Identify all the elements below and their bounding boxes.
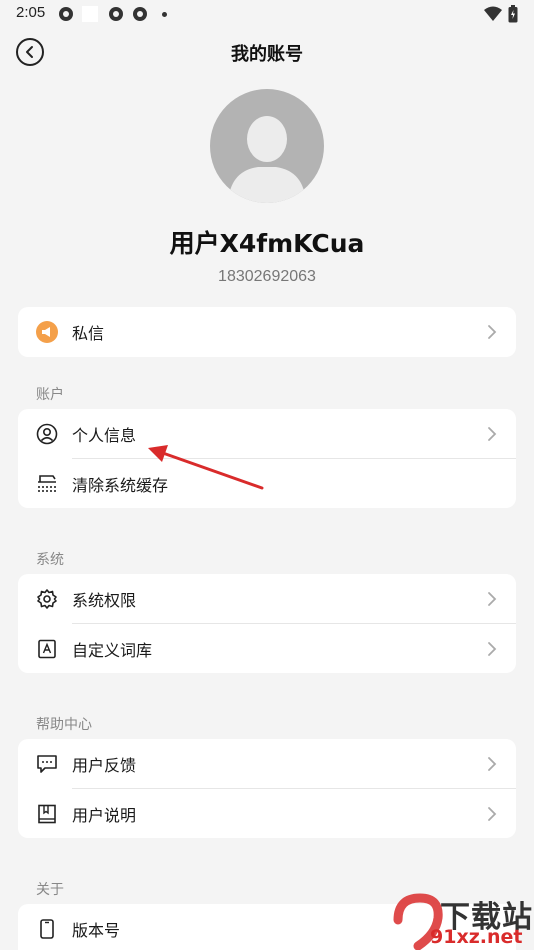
chevron-right-icon (488, 325, 497, 339)
user-feedback-row[interactable]: 用户反馈 (18, 739, 516, 789)
feedback-icon (36, 753, 58, 775)
wifi-icon (484, 6, 502, 21)
user-guide-row[interactable]: 用户说明 (18, 789, 516, 839)
messages-card: 私信 (18, 307, 516, 357)
custom-dictionary-row[interactable]: 自定义词库 (18, 624, 516, 674)
system-permissions-row[interactable]: 系统权限 (18, 574, 516, 624)
personal-info-label: 个人信息 (72, 426, 137, 445)
chevron-right-icon (488, 427, 497, 441)
user-guide-label: 用户说明 (72, 806, 137, 825)
user-circle-icon (36, 423, 58, 445)
section-title-system: 系统 (36, 552, 64, 568)
dictionary-icon (36, 638, 58, 660)
user-phone: 18302692063 (218, 268, 316, 285)
user-name: 用户X4fmKCua (169, 229, 365, 258)
chevron-right-icon (488, 807, 497, 821)
status-time: 2:05 (16, 4, 46, 21)
notification-icon (109, 7, 123, 21)
gear-icon (36, 588, 58, 610)
system-card: 系统权限 自定义词库 (18, 574, 516, 673)
user-silhouette-icon (228, 116, 306, 203)
notification-icon (133, 7, 147, 21)
chevron-right-icon (488, 757, 497, 771)
annotation-arrow (148, 445, 264, 490)
messages-label: 私信 (72, 324, 105, 343)
notification-icon (59, 7, 73, 21)
version-label: 版本号 (72, 921, 121, 940)
status-bar: 2:05 (0, 0, 534, 28)
avatar[interactable] (210, 89, 324, 203)
section-title-account: 账户 (36, 387, 64, 403)
section-title-about: 关于 (36, 882, 64, 898)
section-title-help: 帮助中心 (36, 717, 92, 733)
user-feedback-label: 用户反馈 (72, 756, 137, 775)
megaphone-icon (36, 321, 58, 343)
chevron-right-icon (488, 642, 497, 656)
help-card: 用户反馈 用户说明 (18, 739, 516, 838)
book-icon (36, 803, 58, 825)
header: 我的账号 (0, 30, 534, 74)
phone-icon (36, 918, 58, 940)
custom-dictionary-label: 自定义词库 (72, 641, 153, 660)
watermark-url: 91xz.net (430, 926, 523, 948)
system-permissions-label: 系统权限 (72, 591, 137, 610)
messages-row[interactable]: 私信 (18, 307, 516, 357)
chevron-right-icon (488, 592, 497, 606)
more-notifications-dot (162, 12, 167, 17)
battery-icon (508, 5, 518, 23)
clear-cache-icon (36, 473, 58, 495)
page-title: 我的账号 (231, 44, 303, 65)
notification-icon (82, 6, 98, 22)
